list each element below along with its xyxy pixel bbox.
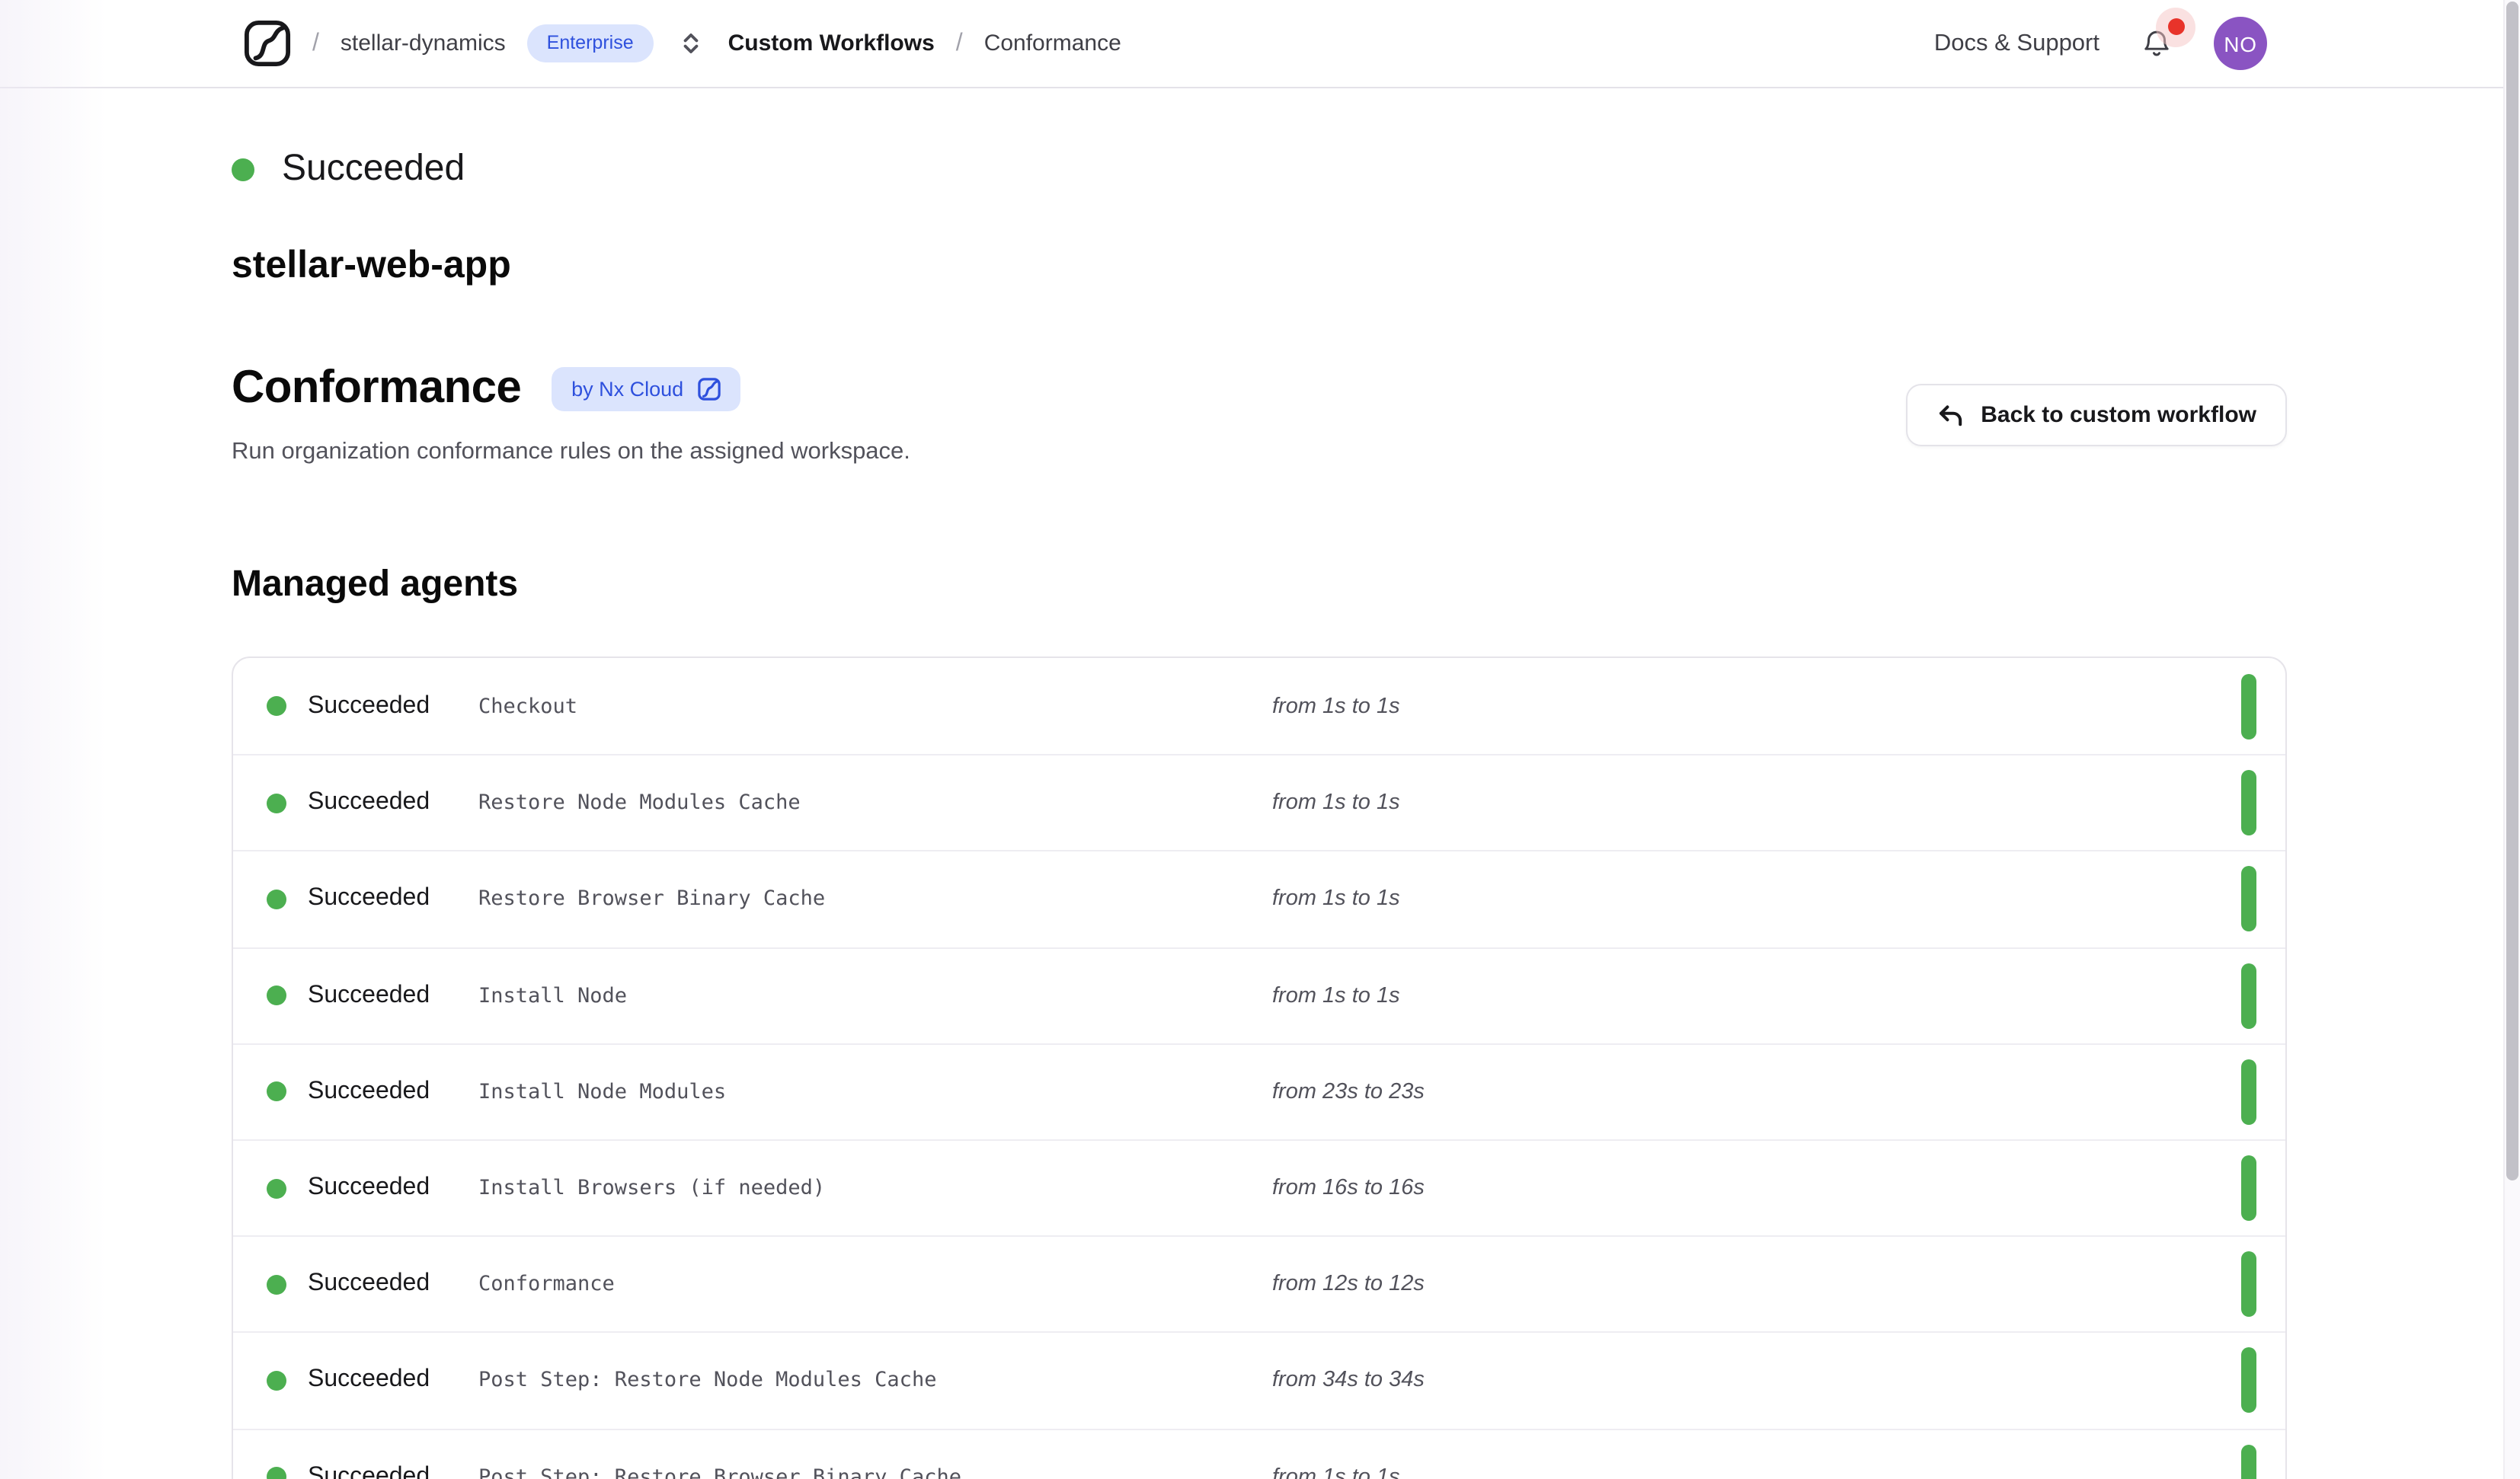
managed-agents-title: Managed agents — [232, 562, 2287, 608]
run-status-label: Succeeded — [282, 148, 465, 190]
back-button-label: Back to custom workflow — [1981, 402, 2256, 428]
agent-row[interactable]: Succeeded Install Node Modules from 23s … — [233, 1043, 2285, 1139]
by-nx-cloud-label: by Nx Cloud — [571, 377, 683, 400]
nx-logo-icon — [697, 377, 720, 400]
status-dot-icon — [267, 1274, 286, 1294]
breadcrumb-section[interactable]: Custom Workflows — [728, 30, 935, 56]
header-actions: Docs & Support NO — [1934, 17, 2267, 70]
breadcrumb-page: Conformance — [984, 30, 1121, 56]
agent-step-timing: from 1s to 1s — [1272, 791, 1400, 816]
breadcrumb-separator: / — [956, 30, 963, 57]
agent-status-label: Succeeded — [308, 1174, 430, 1202]
agent-status-label: Succeeded — [308, 886, 430, 913]
breadcrumb-org[interactable]: stellar-dynamics — [341, 30, 506, 56]
agent-row[interactable]: Succeeded Install Node from 1s to 1s — [233, 947, 2285, 1043]
workspace-title: stellar-web-app — [232, 242, 2287, 289]
workspace-switcher-button[interactable] — [675, 27, 707, 59]
agent-step-name: Restore Node Modules Cache — [478, 791, 801, 816]
agent-row[interactable]: Succeeded Install Browsers (if needed) f… — [233, 1139, 2285, 1235]
agent-status-label: Succeeded — [308, 1270, 430, 1298]
run-status: Succeeded — [232, 146, 2287, 192]
agent-row[interactable]: Succeeded Checkout from 1s to 1s — [233, 658, 2285, 754]
agent-step-timing: from 23s to 23s — [1272, 1080, 1425, 1104]
status-dot-icon — [267, 1178, 286, 1198]
status-dot-icon — [267, 794, 286, 813]
agent-status-label: Succeeded — [308, 1463, 430, 1479]
agent-row[interactable]: Succeeded Restore Browser Binary Cache f… — [233, 851, 2285, 947]
duration-bar-icon — [2241, 771, 2256, 836]
duration-bar-icon — [2241, 1059, 2256, 1125]
managed-agents-list: Succeeded Checkout from 1s to 1s Succeed… — [232, 656, 2287, 1479]
scrollbar-track[interactable] — [2503, 0, 2520, 1479]
duration-bar-icon — [2241, 673, 2256, 739]
agent-step-timing: from 1s to 1s — [1272, 983, 1400, 1008]
app-window: / stellar-dynamics Enterprise Custom Wor… — [0, 0, 2520, 1479]
agent-step-timing: from 1s to 1s — [1272, 1465, 1400, 1479]
agent-status-label: Succeeded — [308, 1367, 430, 1394]
by-nx-cloud-badge[interactable]: by Nx Cloud — [552, 366, 740, 410]
duration-bar-icon — [2241, 1251, 2256, 1317]
agent-row[interactable]: Succeeded Post Step: Restore Node Module… — [233, 1332, 2285, 1428]
section-header: Conformance by Nx Cloud Back to custom w… — [232, 361, 2287, 416]
agent-row[interactable]: Succeeded Conformance from 12s to 12s — [233, 1235, 2285, 1331]
agent-status-label: Succeeded — [308, 790, 430, 817]
docs-support-link[interactable]: Docs & Support — [1934, 30, 2099, 57]
notifications-button[interactable] — [2138, 24, 2176, 62]
agent-step-name: Post Step: Restore Browser Binary Cache — [478, 1465, 961, 1479]
agent-step-name: Post Step: Restore Node Modules Cache — [478, 1369, 936, 1393]
agent-status-label: Succeeded — [308, 692, 430, 720]
top-nav: / stellar-dynamics Enterprise Custom Wor… — [0, 0, 2520, 88]
breadcrumb: / stellar-dynamics Enterprise Custom Wor… — [244, 20, 1121, 67]
edge-vignette — [0, 0, 107, 1479]
nx-cloud-logo-icon[interactable] — [244, 20, 291, 67]
status-dot-icon — [267, 985, 286, 1005]
status-dot-icon — [267, 890, 286, 909]
status-dot-icon — [267, 1467, 286, 1479]
status-dot-icon — [267, 1371, 286, 1391]
agent-step-timing: from 34s to 34s — [1272, 1369, 1425, 1393]
agent-step-timing: from 1s to 1s — [1272, 887, 1400, 912]
chevron-up-down-icon — [678, 30, 704, 56]
agent-step-name: Install Node — [478, 983, 627, 1008]
scrollbar-thumb[interactable] — [2506, 2, 2518, 1180]
agent-step-timing: from 12s to 12s — [1272, 1272, 1425, 1296]
agent-step-timing: from 1s to 1s — [1272, 694, 1400, 718]
breadcrumb-separator: / — [312, 30, 319, 57]
notification-dot-icon — [2168, 18, 2185, 35]
agent-step-name: Restore Browser Binary Cache — [478, 887, 825, 912]
undo-arrow-icon — [1936, 401, 1964, 429]
status-dot-icon — [232, 158, 254, 180]
duration-bar-icon — [2241, 1348, 2256, 1414]
agent-step-name: Conformance — [478, 1272, 615, 1296]
status-dot-icon — [267, 1082, 286, 1102]
agent-step-name: Checkout — [478, 694, 577, 718]
agent-step-name: Install Node Modules — [478, 1080, 726, 1104]
duration-bar-icon — [2241, 1155, 2256, 1221]
agent-step-timing: from 16s to 16s — [1272, 1176, 1425, 1200]
agent-row[interactable]: Succeeded Restore Node Modules Cache fro… — [233, 754, 2285, 850]
duration-bar-icon — [2241, 1444, 2256, 1479]
back-to-custom-workflow-button[interactable]: Back to custom workflow — [1906, 384, 2287, 446]
main-content: Succeeded stellar-web-app Conformance by… — [232, 146, 2287, 1479]
agent-row[interactable]: Succeeded Post Step: Restore Browser Bin… — [233, 1428, 2285, 1479]
avatar[interactable]: NO — [2214, 17, 2267, 70]
page-title: Conformance — [232, 361, 521, 416]
status-dot-icon — [267, 696, 286, 716]
plan-badge: Enterprise — [527, 24, 654, 62]
duration-bar-icon — [2241, 963, 2256, 1028]
agent-status-label: Succeeded — [308, 1078, 430, 1106]
duration-bar-icon — [2241, 867, 2256, 932]
agent-status-label: Succeeded — [308, 982, 430, 1009]
agent-step-name: Install Browsers (if needed) — [478, 1176, 825, 1200]
